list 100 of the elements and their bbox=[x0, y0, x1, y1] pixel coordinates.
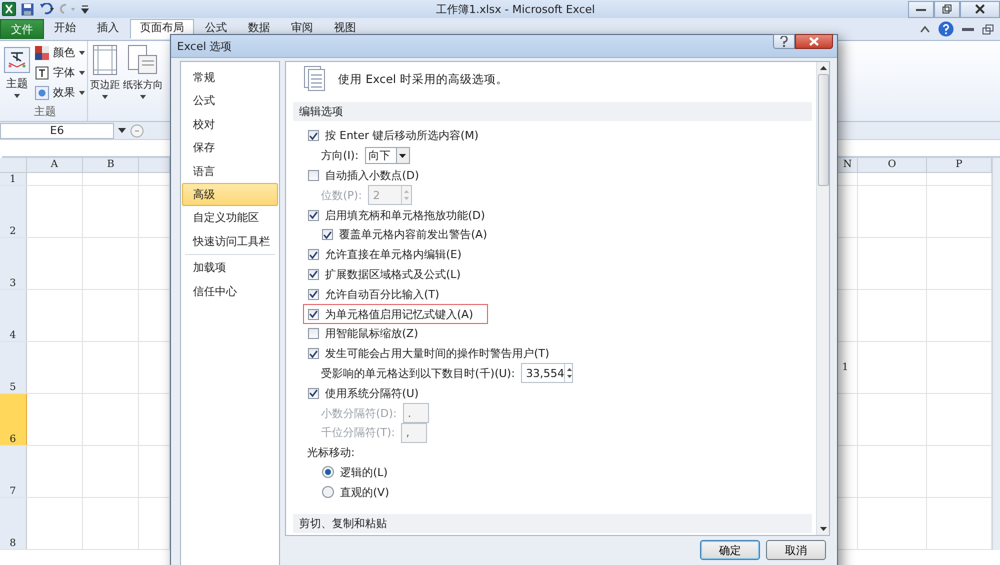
help-icon[interactable] bbox=[938, 21, 954, 37]
ribbon-tab[interactable]: 开始 bbox=[44, 19, 86, 39]
nav-item[interactable]: 公式 bbox=[182, 89, 278, 113]
row-header[interactable]: 6 bbox=[0, 394, 27, 445]
option-checkbox[interactable]: 为单元格值启用记忆式键入(A) bbox=[303, 304, 488, 324]
option-checkbox[interactable]: 发生可能会占用大量时间的操作时警告用户(T) bbox=[303, 344, 554, 364]
nav-item[interactable]: 信任中心 bbox=[182, 280, 278, 303]
check-icon bbox=[309, 250, 318, 259]
circle-handle-icon[interactable] bbox=[130, 124, 144, 138]
theme-option-button[interactable]: 效果 bbox=[35, 85, 85, 100]
theme-option-button[interactable]: 颜色 bbox=[35, 45, 85, 60]
scrollbar[interactable] bbox=[816, 62, 829, 535]
minimize-button[interactable] bbox=[908, 0, 934, 18]
excel-logo-icon[interactable] bbox=[2, 2, 16, 16]
color-swatch-icon bbox=[35, 46, 49, 60]
ribbon-tab[interactable]: 页面布局 bbox=[130, 19, 194, 39]
caret-icon[interactable] bbox=[118, 128, 126, 133]
option-checkbox[interactable]: 用智能鼠标缩放(Z) bbox=[303, 324, 424, 344]
nav-item[interactable]: 高级 bbox=[182, 182, 278, 206]
option-checkbox[interactable]: 扩展数据区域格式及公式(L) bbox=[303, 264, 466, 284]
margins-icon bbox=[93, 45, 117, 75]
font-icon bbox=[35, 66, 49, 80]
caret-icon bbox=[140, 95, 146, 99]
field-label: 位数(P): bbox=[321, 188, 362, 203]
nav-item[interactable]: 快速访问工具栏 bbox=[182, 230, 278, 254]
option-checkbox[interactable]: 允许直接在单元格内编辑(E) bbox=[303, 244, 467, 265]
row-header[interactable]: 5 bbox=[0, 342, 27, 393]
restore-button[interactable] bbox=[934, 0, 960, 18]
save-icon[interactable] bbox=[21, 2, 34, 16]
nav-item[interactable]: 常规 bbox=[182, 66, 278, 90]
check-icon bbox=[309, 310, 318, 318]
option-checkbox[interactable]: 按 Enter 键后移动所选内容(M) bbox=[303, 126, 484, 146]
option-radio[interactable]: 直观的(V) bbox=[317, 482, 394, 502]
check-icon bbox=[309, 270, 318, 278]
row-header[interactable]: 4 bbox=[0, 290, 27, 341]
group-label: 主题 bbox=[33, 104, 57, 120]
page-heading: 使用 Excel 时采用的高级选项。 bbox=[338, 72, 508, 86]
ribbon-tab[interactable]: 视图 bbox=[324, 19, 366, 39]
caret-icon bbox=[79, 90, 85, 94]
direction-dropdown[interactable]: 向下 bbox=[364, 147, 410, 164]
margins-button[interactable]: 页边距 bbox=[90, 43, 120, 121]
column-header[interactable]: B bbox=[83, 158, 140, 172]
pages-icon bbox=[128, 45, 158, 75]
column-header[interactable]: O bbox=[858, 158, 927, 172]
restore-icon bbox=[942, 4, 952, 14]
row-header[interactable]: 1 bbox=[0, 173, 27, 185]
number-spinner[interactable]: 33,554 bbox=[520, 363, 573, 384]
close-icon bbox=[975, 4, 985, 14]
row-header[interactable]: 8 bbox=[0, 498, 27, 549]
minimize-icon[interactable] bbox=[962, 26, 974, 32]
theme-button[interactable]: 主题 bbox=[4, 43, 30, 104]
nav-item[interactable]: 自定义功能区 bbox=[182, 206, 278, 230]
option-checkbox[interactable]: 使用系统分隔符(U) bbox=[303, 383, 424, 404]
file-tab[interactable]: 文件 bbox=[0, 19, 44, 39]
scroll-up-icon bbox=[820, 66, 826, 70]
cancel-button[interactable]: 取消 bbox=[766, 540, 826, 560]
ribbon-tab[interactable]: 插入 bbox=[87, 19, 129, 39]
scroll-thumb[interactable] bbox=[818, 74, 828, 186]
option-checkbox[interactable]: 启用填充柄和单元格拖放功能(D) bbox=[303, 205, 490, 226]
close-button[interactable] bbox=[795, 34, 833, 49]
ok-button[interactable]: 确定 bbox=[700, 540, 760, 560]
ribbon-tab[interactable]: 公式 bbox=[195, 19, 237, 39]
nav-item[interactable]: 校对 bbox=[182, 112, 278, 136]
caret-icon bbox=[399, 154, 406, 158]
question-mark-icon bbox=[780, 36, 788, 47]
check-icon bbox=[309, 389, 318, 398]
option-checkbox[interactable]: 覆盖单元格内容前发出警告(A) bbox=[317, 224, 492, 245]
option-checkbox[interactable]: 自动插入小数点(D) bbox=[303, 166, 424, 186]
nav-item[interactable]: 保存 bbox=[182, 136, 278, 160]
collapse-ribbon-icon[interactable] bbox=[920, 25, 930, 33]
caret-icon bbox=[14, 94, 20, 98]
option-radio[interactable]: 逻辑的(L) bbox=[317, 462, 393, 482]
restore-icon[interactable] bbox=[982, 24, 994, 34]
nav-item[interactable]: 加载项 bbox=[182, 256, 278, 280]
ribbon-tab[interactable]: 审阅 bbox=[281, 19, 323, 39]
orientation-button[interactable]: 纸张方向 bbox=[123, 43, 163, 121]
option-checkbox[interactable]: 允许自动百分比输入(T) bbox=[303, 284, 444, 304]
caret-icon bbox=[79, 70, 85, 74]
undo-icon[interactable] bbox=[39, 3, 55, 15]
check-icon bbox=[323, 230, 332, 239]
theme-option-button[interactable]: 字体 bbox=[35, 65, 85, 80]
name-box[interactable]: E6 bbox=[0, 122, 114, 138]
minimize-icon bbox=[916, 6, 926, 12]
customize-caret-icon[interactable] bbox=[81, 4, 89, 14]
effects-icon bbox=[35, 86, 49, 100]
row-header[interactable]: 7 bbox=[0, 446, 27, 497]
row-header[interactable]: 3 bbox=[0, 238, 27, 289]
help-button[interactable] bbox=[773, 34, 795, 49]
close-button[interactable] bbox=[960, 0, 1000, 18]
row-header[interactable]: 2 bbox=[0, 186, 27, 237]
nav-item[interactable]: 语言 bbox=[182, 160, 278, 183]
redo-icon[interactable] bbox=[60, 3, 76, 15]
vertical-scrollbar[interactable] bbox=[992, 158, 1000, 550]
spin-arrows-icon bbox=[565, 366, 574, 380]
dialog-title: Excel 选项 bbox=[177, 38, 232, 54]
field-label: 小数分隔符(D): bbox=[321, 406, 397, 421]
theme-icon bbox=[4, 47, 30, 73]
scroll-down-icon bbox=[820, 527, 826, 531]
column-header[interactable]: A bbox=[26, 158, 84, 172]
ribbon-tab[interactable]: 数据 bbox=[238, 19, 280, 39]
